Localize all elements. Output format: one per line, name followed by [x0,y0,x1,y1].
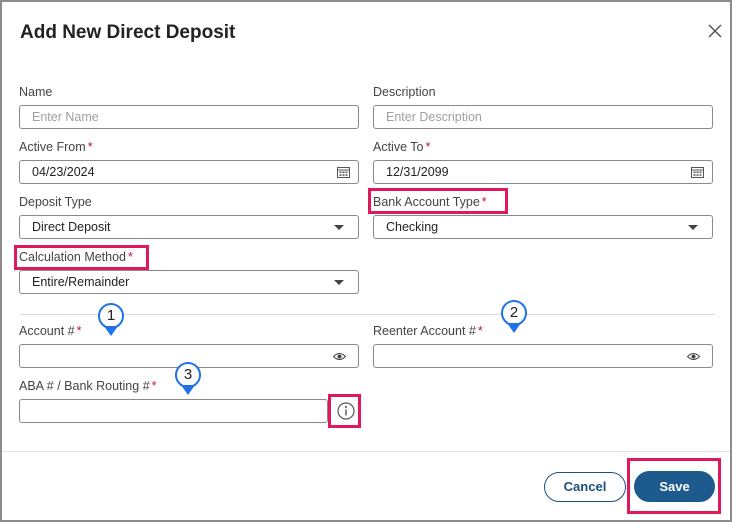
calculation-method-label: Calculation Method * [19,250,133,264]
required-marker: * [481,195,487,209]
description-placeholder: Enter Description [386,110,482,124]
active-to-value: 12/31/2099 [386,165,449,179]
required-marker: * [76,324,82,338]
aba-routing-input[interactable] [19,399,328,423]
calculation-method-value: Entire/Remainder [32,275,130,289]
eye-icon[interactable] [333,352,346,361]
calculation-method-select[interactable]: Entire/Remainder [19,270,359,294]
callout-pin-3: 3 [175,362,201,396]
dialog-title: Add New Direct Deposit [20,22,236,43]
deposit-type-select[interactable]: Direct Deposit [19,215,359,239]
description-input[interactable]: Enter Description [373,105,713,129]
required-marker: * [477,324,483,338]
save-button[interactable]: Save [634,471,715,502]
bank-account-type-label: Bank Account Type * [373,195,487,209]
deposit-type-label: Deposit Type [19,195,92,209]
description-label: Description [373,85,436,99]
account-number-label: Account # * [19,324,82,338]
required-marker: * [87,140,93,154]
calendar-icon[interactable] [337,166,350,178]
calendar-icon[interactable] [691,166,704,178]
deposit-type-value: Direct Deposit [32,220,111,234]
aba-routing-label: ABA # / Bank Routing # * [19,379,157,393]
chevron-down-icon [334,280,344,285]
footer-divider [2,451,730,452]
bank-account-type-select[interactable]: Checking [373,215,713,239]
section-divider [20,314,715,315]
chevron-down-icon [334,225,344,230]
name-placeholder: Enter Name [32,110,99,124]
required-marker: * [151,379,157,393]
close-icon[interactable] [705,21,725,41]
required-marker: * [128,250,133,264]
info-icon[interactable] [336,401,356,421]
active-from-label: Active From * [19,140,93,154]
required-marker: * [425,140,431,154]
eye-icon[interactable] [687,352,700,361]
callout-pin-2: 2 [501,300,527,334]
reenter-account-label: Reenter Account # * [373,324,483,338]
cancel-button[interactable]: Cancel [544,472,626,502]
active-to-date-input[interactable]: 12/31/2099 [373,160,713,184]
reenter-account-input[interactable] [373,344,713,368]
active-from-value: 04/23/2024 [32,165,95,179]
callout-pin-1: 1 [98,303,124,337]
add-direct-deposit-dialog: Add New Direct Deposit Name Enter Name D… [0,0,732,522]
name-input[interactable]: Enter Name [19,105,359,129]
active-to-label: Active To * [373,140,431,154]
name-label: Name [19,85,53,99]
chevron-down-icon [688,225,698,230]
bank-account-type-value: Checking [386,220,439,234]
active-from-date-input[interactable]: 04/23/2024 [19,160,359,184]
